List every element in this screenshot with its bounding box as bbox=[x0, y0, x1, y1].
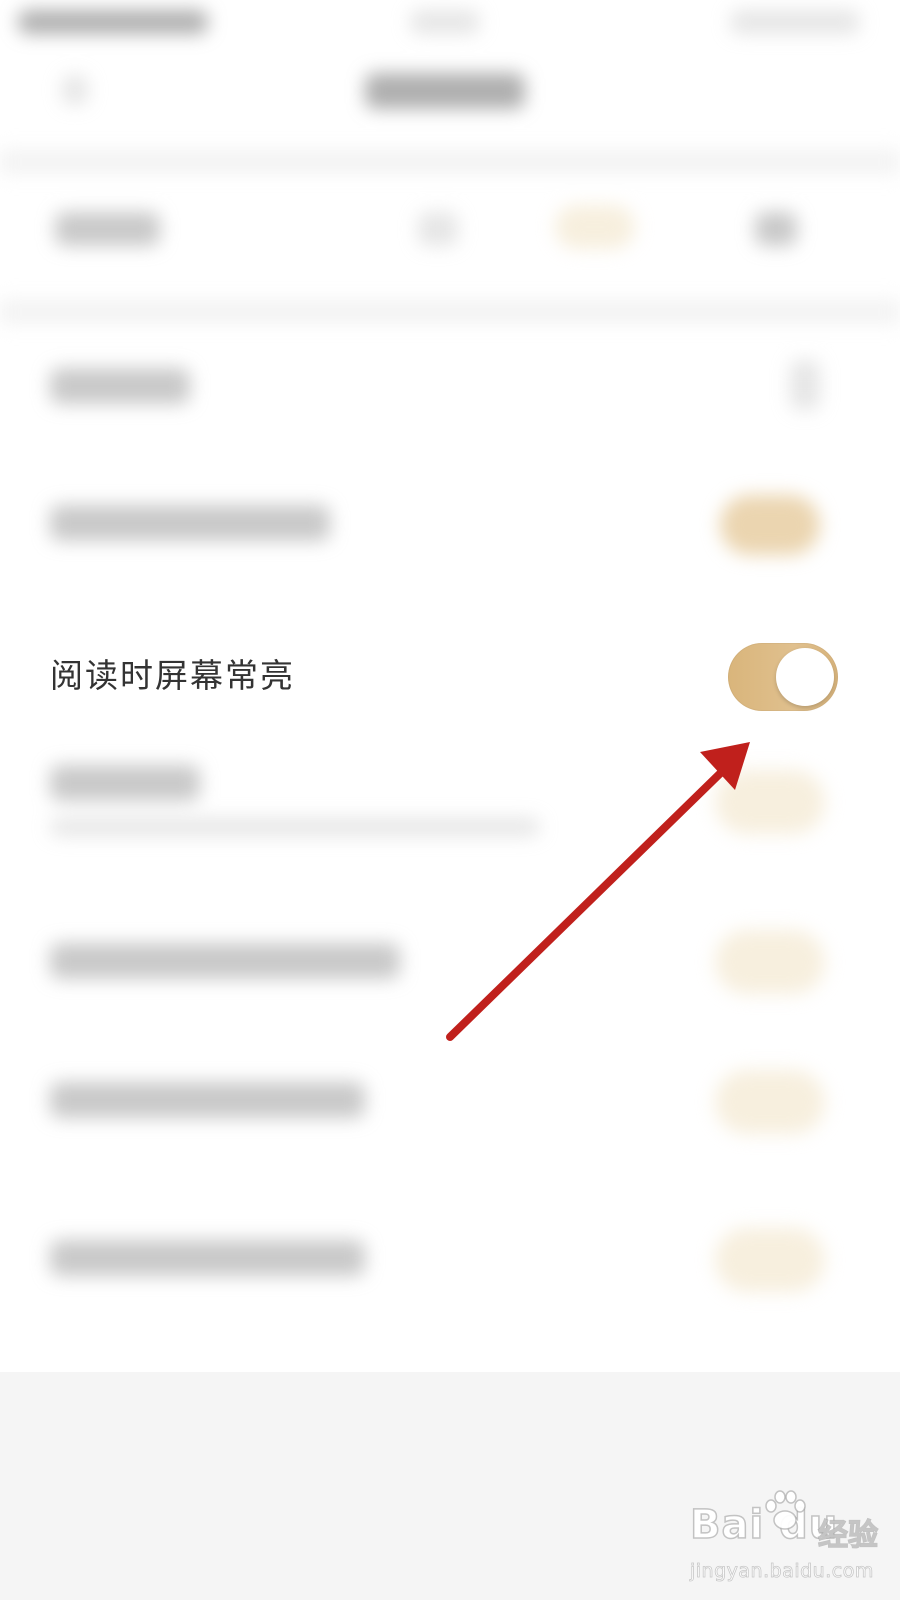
setting-toggle[interactable] bbox=[720, 495, 820, 555]
keep-screen-on-toggle[interactable] bbox=[728, 643, 838, 711]
status-bar-right bbox=[730, 10, 860, 34]
setting-row-label bbox=[50, 1240, 365, 1276]
baidu-jingyan-watermark: Bai du 经验 jingyan.baidu.com bbox=[689, 1490, 890, 1592]
divider bbox=[0, 150, 900, 174]
segment-label bbox=[55, 212, 160, 246]
setting-row-label bbox=[50, 368, 190, 404]
status-bar-left bbox=[18, 10, 208, 34]
setting-toggle[interactable] bbox=[715, 930, 825, 994]
watermark-url: jingyan.baidu.com bbox=[690, 1560, 874, 1583]
setting-toggle[interactable] bbox=[715, 1228, 825, 1292]
setting-toggle[interactable] bbox=[715, 770, 825, 834]
segment-option-2[interactable] bbox=[555, 205, 635, 249]
toggle-knob[interactable] bbox=[776, 648, 834, 706]
setting-row-label bbox=[50, 1082, 365, 1118]
chevron-right-icon[interactable] bbox=[790, 360, 820, 410]
keep-screen-on-label: 阅读时屏幕常亮 bbox=[50, 656, 295, 695]
watermark-brand: 经验 bbox=[817, 1517, 878, 1553]
nav-back-icon[interactable] bbox=[62, 75, 88, 105]
setting-row-label bbox=[50, 505, 330, 541]
status-bar-center bbox=[410, 10, 480, 34]
nav-title bbox=[365, 73, 525, 109]
screen: 阅读时屏幕常亮 Bai du 经验 jingyan.baidu.com bbox=[0, 0, 900, 1600]
segment-option-1[interactable] bbox=[418, 212, 458, 246]
setting-toggle[interactable] bbox=[715, 1070, 825, 1134]
setting-row-label bbox=[50, 943, 400, 979]
setting-row-description bbox=[50, 818, 540, 836]
setting-row-label bbox=[50, 765, 200, 801]
segment-option-3[interactable] bbox=[755, 212, 797, 246]
divider bbox=[0, 300, 900, 324]
baidu-paw-icon bbox=[765, 1490, 806, 1530]
